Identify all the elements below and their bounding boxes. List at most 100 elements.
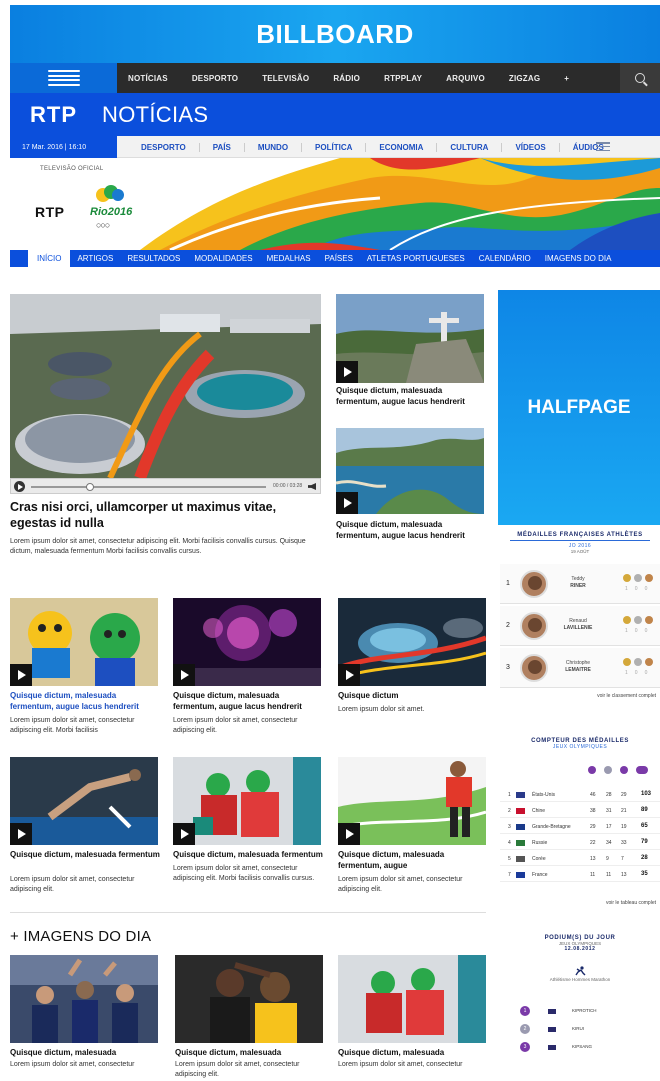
- athlete-avatar: [520, 612, 548, 640]
- play-icon[interactable]: [173, 664, 195, 686]
- halfpage-ad[interactable]: HALFPAGE: [498, 290, 660, 525]
- olympic-banner: TELEVISÃO OFICIAL RTP Rio2016 ○○○: [10, 158, 660, 250]
- topnav-item-zigzag[interactable]: ZIGZAG: [509, 74, 540, 83]
- topnav-item-more[interactable]: +: [564, 74, 569, 83]
- see-full-ranking-link[interactable]: voir le classement complet: [500, 693, 660, 699]
- grid-card-4-thumbnail[interactable]: [10, 757, 158, 845]
- volume-icon[interactable]: [308, 483, 316, 490]
- grid-card-1-thumbnail[interactable]: [10, 598, 158, 686]
- hamburger-menu-icon[interactable]: [596, 142, 610, 151]
- grid-card-5-text: Lorem ipsum dolor sit amet, consectetur …: [173, 865, 315, 882]
- olynav-medalhas[interactable]: MEDALHAS: [260, 254, 318, 263]
- play-icon[interactable]: [10, 664, 32, 686]
- grid-card-2-thumbnail[interactable]: [173, 598, 321, 686]
- side-card-2-title[interactable]: Quisque dictum, malesuada fermentum, aug…: [336, 519, 486, 541]
- runner-icon: [574, 963, 586, 976]
- imagens-do-dia-heading[interactable]: + IMAGENS DO DIA: [10, 928, 151, 945]
- play-icon[interactable]: [336, 361, 358, 383]
- grid-card-2-text: Lorem ipsum dolor sit amet, consectetur …: [173, 717, 298, 734]
- featured-headline[interactable]: Cras nisi orci, ullamcorper ut maximus v…: [10, 499, 321, 531]
- medal-count-widget: COMPTEUR DES MÉDAILLES JEUX OLYMPIQUES 1…: [500, 738, 660, 908]
- search-icon: [635, 73, 645, 83]
- table-row[interactable]: 1 États-Unis 46 28 29 103: [500, 788, 660, 802]
- table-row[interactable]: 7 France 11 11 13 35: [500, 868, 660, 882]
- medal-row[interactable]: 1 Teddy RINER 100: [500, 564, 660, 604]
- subnav-item-pais[interactable]: PAÍS: [200, 142, 245, 152]
- progress-knob[interactable]: [86, 483, 94, 491]
- medal-rank: 1: [506, 580, 510, 587]
- podium-row[interactable]: 1 KIPROTICH: [520, 1005, 660, 1019]
- athlete-name: Renaud LAVILLENIE: [563, 618, 593, 631]
- billboard-ad[interactable]: BILLBOARD: [10, 5, 660, 63]
- olynav-calendario[interactable]: CALENDÁRIO: [472, 254, 538, 263]
- image-card-3-thumbnail[interactable]: [338, 955, 486, 1043]
- rtp-home-logo[interactable]: [10, 63, 117, 93]
- side-card-1-thumbnail[interactable]: [336, 294, 484, 383]
- image-card-1-text: Lorem ipsum dolor sit amet, consectetur: [10, 1061, 135, 1068]
- grid-card-5-title[interactable]: Quisque dictum, malesuada fermentum: [173, 849, 323, 860]
- podium-row[interactable]: 2 KIRUI: [520, 1023, 660, 1037]
- player-time: 00:00 / 03:28: [273, 483, 303, 489]
- table-row[interactable]: 2 Chine 38 31 21 89: [500, 804, 660, 818]
- olynav-inicio[interactable]: INÍCIO: [28, 250, 71, 267]
- grid-card-1-title[interactable]: Quisque dictum, malesuada fermentum, aug…: [10, 690, 160, 712]
- image-card-3-title[interactable]: Quisque dictum, malesuada: [338, 1047, 488, 1058]
- olynav-resultados[interactable]: RESULTADOS: [120, 254, 187, 263]
- grid-card-3-title[interactable]: Quisque dictum: [338, 690, 488, 701]
- table-row[interactable]: 5 Corée 13 9 7 28: [500, 852, 660, 866]
- image-card-1-title[interactable]: Quisque dictum, malesuada: [10, 1047, 160, 1058]
- top-navigation: NOTÍCIAS DESPORTO TELEVISÃO RÁDIO RTPPLA…: [10, 63, 660, 93]
- progress-track[interactable]: [31, 486, 266, 488]
- grid-card-3-thumbnail[interactable]: [338, 598, 486, 686]
- topnav-item-arquivo[interactable]: ARQUIVO: [446, 74, 485, 83]
- subnav-item-politica[interactable]: POLÍTICA: [302, 142, 367, 152]
- subnav-item-cultura[interactable]: CULTURA: [437, 142, 503, 152]
- rtp-logo: RTP: [35, 204, 65, 220]
- topnav-item-radio[interactable]: RÁDIO: [333, 74, 360, 83]
- grid-card-5-thumbnail[interactable]: [173, 757, 321, 845]
- grid-card-2-title[interactable]: Quisque dictum, malesuada fermentum, aug…: [173, 690, 323, 712]
- image-card-2-thumbnail[interactable]: [175, 955, 323, 1043]
- olynav-paises[interactable]: PAÍSES: [318, 254, 360, 263]
- brand-rtp[interactable]: RTP: [30, 102, 77, 128]
- medal-row[interactable]: 3 Christophe LEMAITRE 100: [500, 648, 660, 688]
- topnav-item-rtpplay[interactable]: RTPPLAY: [384, 74, 422, 83]
- topnav-item-televisao[interactable]: TELEVISÃO: [262, 74, 309, 83]
- play-pause-icon[interactable]: [14, 481, 25, 492]
- medal-row[interactable]: 2 Renaud LAVILLENIE 100: [500, 606, 660, 646]
- search-button[interactable]: [620, 63, 660, 93]
- podium-row[interactable]: 3 KIPSANG: [520, 1041, 660, 1055]
- subnav-item-desporto[interactable]: DESPORTO: [128, 142, 200, 152]
- play-icon[interactable]: [338, 823, 360, 845]
- featured-video-thumbnail[interactable]: [10, 294, 321, 478]
- subnav-item-videos[interactable]: VÍDEOS: [502, 142, 560, 152]
- play-icon[interactable]: [336, 492, 358, 514]
- medal-rank: 2: [506, 622, 510, 629]
- brand-noticias[interactable]: NOTÍCIAS: [102, 102, 208, 128]
- olynav-artigos[interactable]: ARTIGOS: [70, 254, 120, 263]
- side-card-1-title[interactable]: Quisque dictum, malesuada fermentum, aug…: [336, 385, 486, 407]
- french-medals-date: 19 AOÛT: [570, 549, 590, 554]
- grid-card-6-thumbnail[interactable]: [338, 757, 486, 845]
- grid-card-4-title[interactable]: Quisque dictum, malesuada fermentum: [10, 849, 160, 860]
- grid-card-6-title[interactable]: Quisque dictum, malesuada fermentum, aug…: [338, 849, 488, 871]
- play-icon[interactable]: [173, 823, 195, 845]
- play-icon[interactable]: [10, 823, 32, 845]
- topnav-item-noticias[interactable]: NOTÍCIAS: [128, 74, 168, 83]
- side-card-2-thumbnail[interactable]: [336, 428, 484, 514]
- rio2016-logo-text: Rio2016: [90, 206, 133, 218]
- table-row[interactable]: 3 Grande-Bretagne 29 17 19 65: [500, 820, 660, 834]
- see-full-table-link[interactable]: voir le tableau complet: [500, 900, 660, 906]
- play-icon[interactable]: [338, 664, 360, 686]
- video-player-controls[interactable]: 00:00 / 03:28: [10, 478, 321, 494]
- section-navigation: 17 Mar. 2016 | 16:10 DESPORTO PAÍS MUNDO…: [10, 136, 660, 158]
- table-row[interactable]: 4 Russie 22 34 33 79: [500, 836, 660, 850]
- subnav-item-mundo[interactable]: MUNDO: [245, 142, 303, 152]
- subnav-item-economia[interactable]: ECONOMIA: [366, 142, 438, 152]
- olynav-modalidades[interactable]: MODALIDADES: [187, 254, 259, 263]
- olynav-atletas[interactable]: ATLETAS PORTUGUESES: [360, 254, 472, 263]
- olynav-imagens[interactable]: IMAGENS DO DIA: [538, 254, 619, 263]
- topnav-item-desporto[interactable]: DESPORTO: [192, 74, 238, 83]
- image-card-1-thumbnail[interactable]: [10, 955, 158, 1043]
- image-card-2-title[interactable]: Quisque dictum, malesuada: [175, 1047, 325, 1058]
